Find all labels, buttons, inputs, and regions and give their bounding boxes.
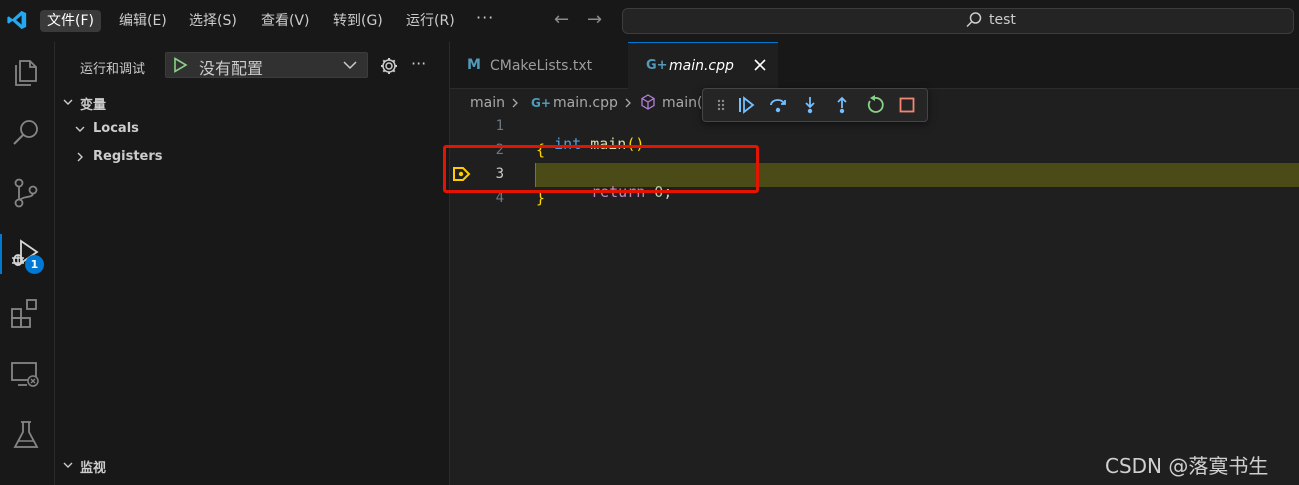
breadcrumb-file[interactable]: main.cpp [553,95,618,111]
menu-run[interactable]: 运行(R) [399,10,462,32]
tree-item-registers[interactable]: Registers [93,149,163,164]
step-out-icon[interactable] [832,95,852,115]
cmake-file-icon: M [467,57,481,73]
chevron-down-icon [343,61,357,70]
step-into-icon[interactable] [800,95,820,115]
active-view-indicator [0,234,2,274]
explorer-icon[interactable] [9,55,43,89]
extensions-icon[interactable] [9,297,43,331]
continue-icon[interactable] [736,95,756,115]
tree-item-locals[interactable]: Locals [93,121,139,136]
tab-label: main.cpp [669,58,734,74]
variables-section-header[interactable]: 变量 [80,94,106,113]
step-over-icon[interactable] [768,95,788,115]
menu-selection[interactable]: 选择(S) [182,10,244,32]
line-number: 1 [495,118,504,134]
restart-icon[interactable] [865,95,885,115]
menu-edit[interactable]: 编辑(E) [112,10,174,32]
search-text: test [989,12,1016,28]
vscode-logo-icon [7,10,27,30]
start-debugging-icon[interactable] [172,57,188,73]
chevron-down-icon[interactable] [62,96,74,108]
chevron-down-icon[interactable] [74,123,86,135]
command-center-search[interactable] [622,8,1294,34]
back-button[interactable]: ← [554,9,569,30]
breadcrumb-symbol[interactable]: main( [662,95,702,111]
tab-label: CMakeLists.txt [490,58,593,74]
breadcrumb-folder[interactable]: main [470,95,505,111]
cpp-file-icon: G+ [531,96,551,110]
debug-badge: 1 [25,255,44,274]
forward-button[interactable]: → [587,9,602,30]
chevron-right-icon[interactable] [74,151,86,163]
sidebar [55,42,450,485]
cpp-file-icon: G+ [646,58,668,73]
debug-config-value: 没有配置 [199,59,264,78]
annotation-highlight-box [443,145,759,193]
gear-icon[interactable] [379,56,399,76]
drag-handle-icon[interactable] [716,98,726,112]
remote-explorer-icon[interactable] [9,358,43,392]
search-activity-icon[interactable] [9,116,43,150]
chevron-down-icon[interactable] [62,459,74,471]
more-menu-button[interactable]: ··· [476,8,494,27]
run-debug-title: 运行和调试 [80,62,146,77]
menu-view[interactable]: 查看(V) [254,10,317,32]
menu-go[interactable]: 转到(G) [326,10,390,32]
testing-icon[interactable] [9,418,43,452]
debug-config-select[interactable] [165,52,368,78]
watermark: CSDN @落寞书生 [1105,454,1269,478]
search-icon [966,12,982,28]
sidebar-more-button[interactable]: ··· [411,54,426,73]
stop-icon[interactable] [897,95,917,115]
close-icon[interactable] [752,57,768,73]
chevron-right-icon [625,98,631,108]
symbol-method-icon [641,94,655,110]
source-control-icon[interactable] [9,176,43,210]
watch-section-header[interactable]: 监视 [80,457,106,476]
menu-file[interactable]: 文件(F) [40,10,101,32]
chevron-right-icon [512,98,518,108]
